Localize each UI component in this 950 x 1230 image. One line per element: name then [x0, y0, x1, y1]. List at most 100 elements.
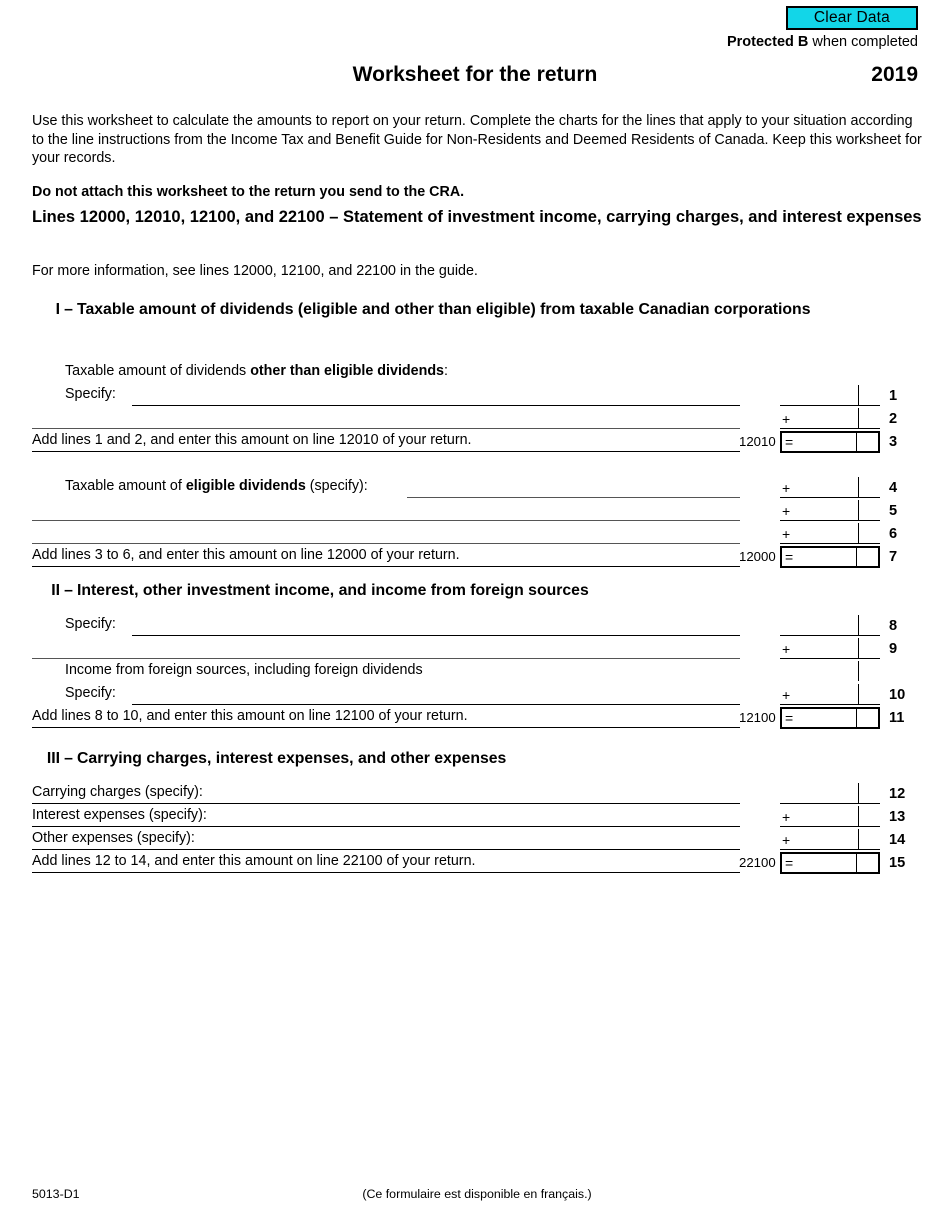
row-label-text: Taxable amount of eligible dividends (sp…: [65, 477, 368, 495]
worksheet-row: +2: [32, 406, 922, 429]
tax-year: 2019: [871, 63, 918, 86]
french-availability-note: (Ce formulaire est disponible en françai…: [362, 1187, 592, 1201]
row-label-text: Interest expenses (specify):: [32, 806, 207, 824]
amount-input[interactable]: +: [780, 477, 880, 498]
row-amount-cell: 22100 =: [739, 850, 880, 874]
row-line-number-cell: 12: [880, 781, 922, 804]
amount-input[interactable]: [780, 783, 880, 804]
worksheet-row: Interest expenses (specify): +13: [32, 804, 922, 827]
total-amount-input[interactable]: =: [780, 431, 880, 453]
row-label-cell: [32, 636, 740, 659]
row-label-text: Specify:: [65, 684, 116, 702]
worksheet-row: Add lines 12 to 14, and enter this amoun…: [32, 850, 922, 874]
line-number: 7: [889, 549, 898, 565]
intro-paragraph: Use this worksheet to calculate the amou…: [32, 113, 922, 167]
row-label-text: Carrying charges (specify):: [32, 783, 203, 801]
row-continuation-rule: [32, 727, 740, 728]
row-label-text: Add lines 3 to 6, and enter this amount …: [32, 546, 460, 564]
worksheet-row: +9: [32, 636, 922, 659]
row-line-number-cell: 5: [880, 498, 922, 521]
operator-symbol: +: [782, 809, 791, 825]
label-pre: Taxable amount of dividends: [65, 363, 251, 379]
line-number: 11: [889, 710, 905, 726]
label-pre: Income from foreign sources, including f…: [65, 662, 423, 678]
row-line-number-cell: 4: [880, 475, 922, 498]
section-dash-3: –: [64, 750, 73, 767]
cents-divider: [858, 661, 859, 681]
operator-symbol: +: [782, 503, 791, 519]
label-pre: Add lines 1 and 2, and enter this amount…: [32, 432, 472, 448]
line-number: 1: [889, 388, 898, 404]
row-continuation-rule: [32, 566, 740, 567]
row-label-cell: Add lines 1 and 2, and enter this amount…: [32, 429, 740, 452]
lines-heading: Lines 12000, 12010, 12100, and 22100 – S…: [32, 207, 922, 228]
cents-divider: [858, 783, 859, 803]
worksheet-row: +6: [32, 521, 922, 544]
section-rows-2: Specify: 8 +9 Income from foreign sources, …: [32, 613, 922, 729]
line-number: 14: [889, 832, 906, 848]
row-line-number-cell: 6: [880, 521, 922, 544]
worksheet-row: Specify: 8: [32, 613, 922, 636]
label-emphasis: eligible dividends: [185, 478, 306, 494]
amount-input[interactable]: +: [780, 500, 880, 521]
total-amount-input[interactable]: =: [780, 707, 880, 729]
line-number: 13: [889, 809, 906, 825]
label-pre: Specify:: [65, 685, 116, 701]
worksheet-row: Specify: 1: [32, 383, 922, 406]
worksheet-row: Taxable amount of dividends other than e…: [32, 360, 922, 383]
line-number: 4: [889, 480, 898, 496]
worksheet-row: Carrying charges (specify): 12: [32, 781, 922, 804]
total-amount-input[interactable]: =: [780, 852, 880, 874]
total-amount-input[interactable]: =: [780, 546, 880, 568]
lines-heading-text: Statement of investment income, carrying…: [343, 208, 922, 226]
top-bar: Clear Data Protected B when completed: [32, 6, 918, 51]
page-footer: 5013-D1 (Ce formulaire est disponible en…: [32, 1186, 922, 1204]
row-label-cell: Add lines 3 to 6, and enter this amount …: [32, 544, 740, 567]
worksheet-row: Add lines 1 and 2, and enter this amount…: [32, 429, 922, 453]
cents-divider: [858, 408, 859, 428]
row-amount-cell: [740, 360, 880, 383]
amount-input[interactable]: +: [780, 829, 880, 850]
worksheet-row: Other expenses (specify): +14: [32, 827, 922, 850]
do-not-attach-notice: Do not attach this worksheet to the retu…: [32, 184, 465, 200]
row-line-number-cell: 9: [880, 636, 922, 659]
amount-input[interactable]: +: [780, 638, 880, 659]
section-dash-1: –: [64, 301, 73, 318]
operator-symbol: +: [782, 411, 791, 427]
section-heading-3: III – Carrying charges, interest expense…: [32, 749, 922, 770]
line-code: 12100: [739, 710, 776, 725]
cents-divider: [856, 709, 857, 727]
cents-divider: [858, 385, 859, 405]
label-pre: Add lines 8 to 10, and enter this amount…: [32, 708, 468, 724]
row-amount-cell: 12010 =: [739, 429, 880, 453]
page-title: Worksheet for the return: [352, 63, 598, 86]
row-label-cell: Income from foreign sources, including f…: [32, 659, 740, 682]
row-label-cell: Add lines 8 to 10, and enter this amount…: [32, 705, 740, 728]
amount-input[interactable]: +: [780, 408, 880, 429]
label-pre: Specify:: [65, 616, 116, 632]
amount-input[interactable]: [780, 385, 880, 406]
protected-b-suffix: when completed: [808, 34, 918, 50]
row-amount-cell: +: [740, 475, 880, 498]
cents-divider: [858, 806, 859, 826]
amount-input[interactable]: +: [780, 806, 880, 827]
clear-data-button[interactable]: Clear Data: [785, 6, 918, 30]
lines-heading-numbers: Lines 12000, 12010, 12100, and 22100: [32, 208, 325, 226]
amount-input[interactable]: [780, 615, 880, 636]
row-label-text: Taxable amount of dividends other than e…: [65, 362, 448, 380]
row-label-text: Add lines 8 to 10, and enter this amount…: [32, 707, 468, 725]
line-code: 22100: [739, 855, 776, 870]
section-title-2: Interest, other investment income, and i…: [77, 582, 589, 599]
row-label-cell: Specify:: [32, 383, 740, 406]
row-label-text: Other expenses (specify):: [32, 829, 195, 847]
operator-symbol: +: [782, 641, 791, 657]
amount-input[interactable]: +: [780, 684, 880, 705]
row-amount-cell: [740, 659, 880, 682]
amount-input[interactable]: +: [780, 523, 880, 544]
line-number: 10: [889, 687, 906, 703]
row-amount-cell: [740, 613, 880, 636]
row-label-cell: Specify:: [32, 613, 740, 636]
row-label-cell: [32, 498, 740, 521]
line-number: 12: [889, 786, 906, 802]
cents-divider: [858, 477, 859, 497]
